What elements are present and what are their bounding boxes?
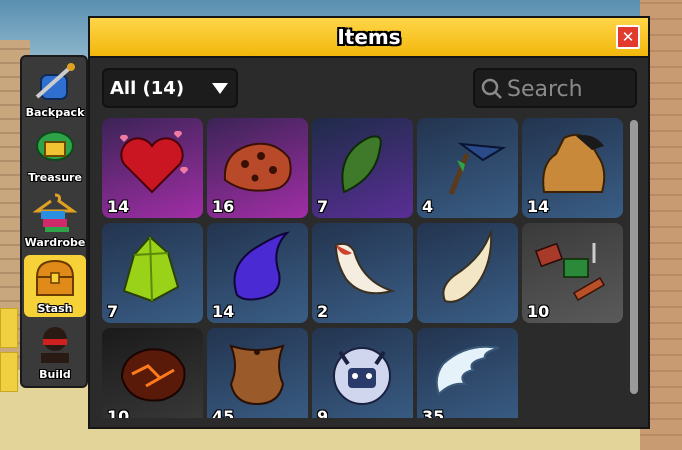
sidebar-item-label: Wardrobe xyxy=(24,236,86,249)
item-slot-leather[interactable]: 45 xyxy=(207,328,308,418)
item-quantity: 14 xyxy=(527,197,550,216)
sidebar-item-label: Treasure xyxy=(28,171,82,184)
item-grid: 14 16 7 4 14 7 14 2 10 10 45 9 35 xyxy=(102,118,627,418)
fang-icon xyxy=(334,242,396,295)
angel-wings-icon xyxy=(435,345,500,396)
search-input[interactable] xyxy=(505,74,633,104)
sidebar-item-label: Backpack xyxy=(25,106,85,119)
hotbar-slot[interactable] xyxy=(0,308,18,348)
item-quantity: 7 xyxy=(317,197,329,216)
horn-icon xyxy=(442,230,493,303)
item-slot-scrap-parts[interactable]: 10 xyxy=(522,223,623,323)
sidebar-item-stash[interactable]: Stash xyxy=(24,255,86,317)
sidebar-item-build[interactable]: Build xyxy=(24,321,86,383)
item-slot-green-crystal[interactable]: 7 xyxy=(102,223,203,323)
sidebar-item-label: Stash xyxy=(37,302,73,315)
item-slot-meteorite[interactable]: 16 xyxy=(207,118,308,218)
window-titlebar: Items ✕ xyxy=(90,18,648,58)
item-slot-fang[interactable]: 2 xyxy=(312,223,413,323)
yeti-fur-icon xyxy=(333,347,391,405)
item-quantity: 14 xyxy=(107,197,130,216)
item-quantity: 35 xyxy=(422,407,445,418)
item-slot-sack[interactable]: 14 xyxy=(522,118,623,218)
item-quantity: 7 xyxy=(107,302,119,321)
wardrobe-icon xyxy=(33,193,77,232)
hearts-icon xyxy=(119,130,189,194)
chevron-down-icon xyxy=(212,83,228,94)
item-quantity: 16 xyxy=(212,197,235,216)
filter-selected-value: All (14) xyxy=(110,77,185,99)
item-quantity: 45 xyxy=(212,407,235,418)
scrap-parts-icon xyxy=(534,242,606,301)
item-slot-horn[interactable] xyxy=(417,223,518,323)
item-quantity: 10 xyxy=(107,407,130,418)
meteorite-icon xyxy=(223,142,292,192)
search-box[interactable] xyxy=(473,68,637,108)
purple-scale-icon xyxy=(233,231,291,301)
window-title: Items xyxy=(337,25,401,49)
green-crystal-icon xyxy=(122,235,180,303)
hotbar-slot[interactable] xyxy=(0,352,18,392)
scrollbar-thumb[interactable] xyxy=(630,120,638,394)
inventory-sidebar: Backpack Treasure Wardrobe Stash Build xyxy=(20,55,88,388)
item-quantity: 10 xyxy=(527,302,550,321)
green-scale-icon xyxy=(341,135,382,194)
item-slot-purple-scale[interactable]: 14 xyxy=(207,223,308,323)
sidebar-item-treasure[interactable]: Treasure xyxy=(24,124,86,186)
stash-chest-icon xyxy=(35,259,75,296)
shark-tooth-blade-icon xyxy=(448,142,507,195)
treasure-icon xyxy=(36,131,74,161)
item-grid-scrollbar[interactable] xyxy=(630,120,638,394)
item-slot-green-scale[interactable]: 7 xyxy=(312,118,413,218)
item-slot-hearts[interactable]: 14 xyxy=(102,118,203,218)
items-window: Items ✕ All (14) 14 xyxy=(88,16,650,429)
item-quantity: 9 xyxy=(317,407,329,418)
sidebar-item-wardrobe[interactable]: Wardrobe xyxy=(24,189,86,251)
search-icon xyxy=(481,78,502,99)
item-quantity: 2 xyxy=(317,302,329,321)
filter-dropdown[interactable]: All (14) xyxy=(102,68,238,108)
item-slot-magma-ore[interactable]: 10 xyxy=(102,328,203,418)
item-slot-shark-tooth-blade[interactable]: 4 xyxy=(417,118,518,218)
close-button[interactable]: ✕ xyxy=(616,25,640,49)
leather-icon xyxy=(229,344,285,406)
item-quantity: 4 xyxy=(422,197,434,216)
item-slot-yeti-fur[interactable]: 9 xyxy=(312,328,413,418)
build-avatar-icon xyxy=(41,327,69,363)
backpack-icon xyxy=(35,63,75,100)
sidebar-item-label: Build xyxy=(39,368,71,381)
close-icon: ✕ xyxy=(621,28,635,46)
item-quantity: 14 xyxy=(212,302,235,321)
sack-icon xyxy=(542,133,606,193)
sidebar-item-backpack[interactable]: Backpack xyxy=(24,59,86,121)
item-slot-angel-wings[interactable]: 35 xyxy=(417,328,518,418)
magma-ore-icon xyxy=(120,348,186,402)
